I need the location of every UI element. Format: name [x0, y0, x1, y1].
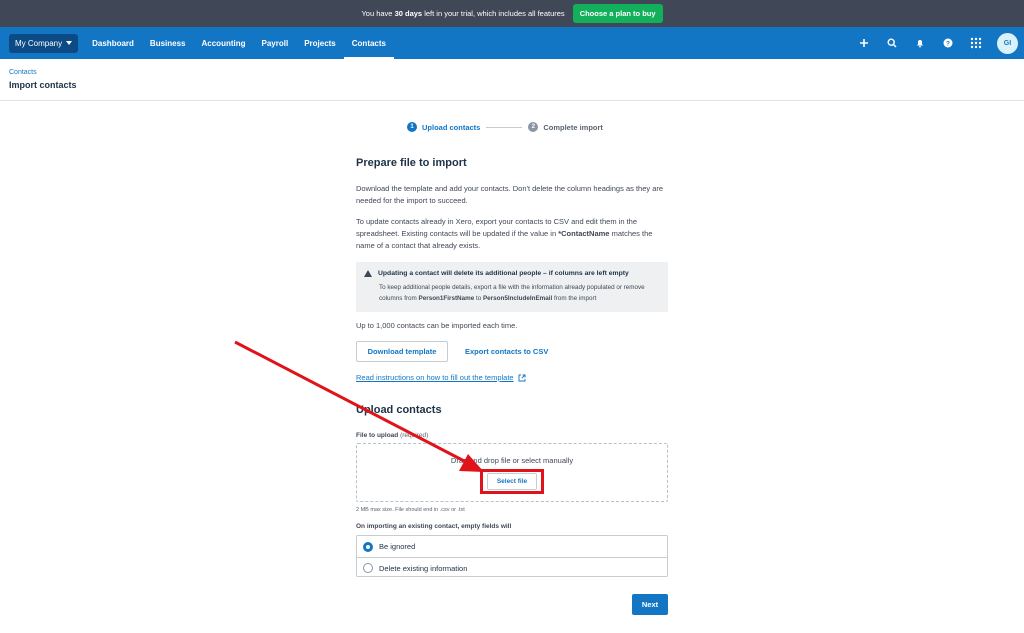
step-connector [486, 126, 523, 128]
step-complete: 2 Complete import [528, 122, 603, 132]
search-icon[interactable] [885, 36, 899, 50]
org-name: My Company [15, 38, 63, 48]
upload-heading: Upload contacts [356, 404, 442, 416]
next-button[interactable]: Next [632, 594, 668, 615]
top-nav: My Company Dashboard Business Accounting… [0, 27, 1024, 59]
warning-body: To keep additional people details, expor… [379, 284, 645, 302]
drop-zone-text: Drag and drop file or select manually [450, 456, 574, 465]
radio-be-ignored[interactable]: Be ignored [357, 536, 667, 557]
apps-grid-icon[interactable] [969, 36, 983, 50]
prepare-heading: Prepare file to import [356, 157, 467, 169]
svg-text:?: ? [946, 40, 950, 47]
page-title: Import contacts [9, 80, 77, 90]
warning-icon [364, 270, 372, 277]
empty-fields-label: On importing an existing contact, empty … [356, 523, 512, 530]
radio-delete-existing[interactable]: Delete existing information [357, 557, 667, 578]
import-limit: Up to 1,000 contacts can be imported eac… [356, 321, 518, 330]
trial-banner: You have 30 days left in your trial, whi… [0, 0, 1024, 27]
step-2-label: Complete import [543, 122, 603, 132]
page-header: Contacts Import contacts [0, 59, 1024, 101]
warning-title: Updating a contact will delete its addit… [364, 270, 660, 277]
nav-dashboard[interactable]: Dashboard [84, 27, 142, 59]
main-menu: Dashboard Business Accounting Payroll Pr… [84, 27, 394, 59]
choose-plan-button[interactable]: Choose a plan to buy [572, 4, 663, 23]
download-template-button[interactable]: Download template [356, 341, 448, 362]
radio-checked-icon[interactable] [363, 541, 373, 552]
radio-unchecked-icon[interactable] [363, 563, 373, 573]
step-1-number: 1 [407, 122, 417, 132]
trial-text: You have 30 days left in your trial, whi… [361, 9, 565, 18]
warning-box: Updating a contact will delete its addit… [356, 262, 668, 312]
nav-projects[interactable]: Projects [296, 27, 344, 59]
file-upload-label: File to upload (required) [356, 432, 429, 439]
instructions-link[interactable]: Read instructions on how to fill out the… [356, 373, 526, 382]
import-stepper: 1 Upload contacts 2 Complete import [407, 122, 603, 132]
external-link-icon [518, 374, 526, 381]
nav-contacts[interactable]: Contacts [343, 27, 394, 59]
nav-actions: ? GI [857, 27, 1018, 59]
select-file-button[interactable]: Select file [487, 473, 537, 490]
chevron-down-icon [66, 41, 73, 45]
step-1-label: Upload contacts [422, 122, 481, 132]
update-instructions: To update contacts already in Xero, expo… [356, 217, 653, 250]
step-upload: 1 Upload contacts [407, 122, 480, 132]
nav-accounting[interactable]: Accounting [194, 27, 254, 59]
prepare-instructions: Download the template and add your conta… [356, 184, 664, 205]
help-icon[interactable]: ? [941, 36, 955, 50]
nav-payroll[interactable]: Payroll [254, 27, 297, 59]
avatar[interactable]: GI [997, 32, 1018, 54]
empty-fields-radio-group: Be ignored Delete existing information [356, 535, 668, 577]
file-size-hint: 2 MB max size. File should end in .csv o… [356, 507, 465, 513]
step-2-number: 2 [528, 122, 539, 132]
radio-label-delete: Delete existing information [379, 563, 468, 573]
plus-icon[interactable] [857, 36, 871, 50]
export-csv-button[interactable]: Export contacts to CSV [465, 347, 548, 356]
breadcrumb[interactable]: Contacts [9, 69, 37, 76]
nav-business[interactable]: Business [142, 27, 194, 59]
radio-label-ignored: Be ignored [379, 542, 416, 551]
org-switcher[interactable]: My Company [9, 33, 79, 53]
bell-icon[interactable] [913, 36, 927, 50]
